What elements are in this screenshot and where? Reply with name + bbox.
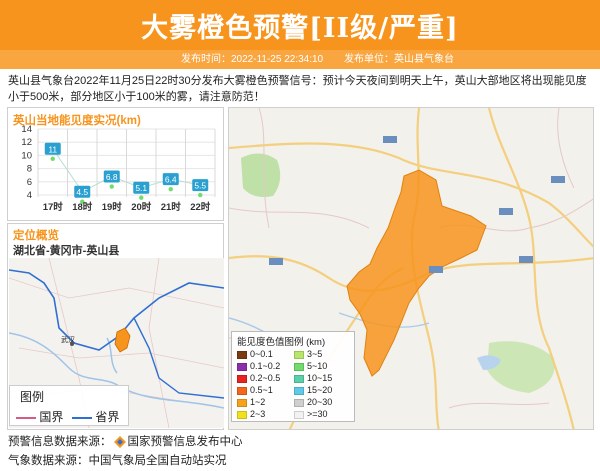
visibility-data-label: 11: [48, 144, 57, 154]
legend-color-swatch: [237, 374, 247, 383]
visibility-legend-item: >=30: [294, 409, 328, 419]
legend-range-label: >=30: [307, 409, 328, 419]
publish-unit-label: 发布单位：: [344, 54, 394, 65]
visibility-legend-item: 20~30: [294, 397, 332, 407]
visibility-legend-title: 能见度色值图例 (km): [237, 337, 326, 348]
visibility-color-legend: 能见度色值图例 (km) 0~0.1 0.1~0.2 0.2~0.5 0.5~1 1~2…: [231, 331, 355, 422]
legend-range-label: 0.1~0.2: [250, 361, 281, 371]
legend-color-swatch: [294, 398, 304, 407]
visibility-legend-item: 0.1~0.2: [237, 361, 280, 371]
legend-color-swatch: [294, 386, 304, 395]
publish-time-value: 2022-11-25 22:34:10: [231, 54, 324, 65]
warning-banner: 大雾橙色预警[II级/严重]: [0, 0, 600, 50]
legend-range-label: 5~10: [307, 361, 328, 371]
minimap-legend: 图例 国界 省界: [9, 385, 129, 426]
x-tick-label: 17时: [43, 201, 64, 213]
legend-range-label: 3~5: [307, 349, 323, 359]
x-tick-label: 21时: [161, 201, 182, 213]
legend-range-label: 15~20: [307, 385, 333, 395]
visibility-point: [168, 186, 173, 192]
legend-range-label: 2~3: [250, 409, 266, 419]
publish-time: 发布时间：2022-11-25 22:34:10: [181, 50, 323, 69]
legend-range-label: 0.2~0.5: [250, 373, 281, 383]
warning-source-label: 预警信息数据来源：: [8, 436, 112, 448]
visibility-legend-item: 1~2: [237, 397, 265, 407]
visibility-point: [139, 195, 144, 200]
warning-source-line: 预警信息数据来源： 国家预警信息发布中心: [8, 433, 243, 449]
legend-national-border: 国界: [16, 408, 63, 425]
visibility-point: [198, 192, 203, 198]
visibility-legend-item: 10~15: [294, 373, 332, 383]
publish-unit: 发布单位：英山县气象台: [344, 50, 454, 69]
legend-range-label: 10~15: [307, 373, 333, 383]
visibility-data-label: 6.4: [165, 175, 177, 185]
legend-range-label: 20~30: [307, 397, 333, 407]
legend-color-swatch: [237, 386, 247, 395]
publish-time-label: 发布时间：: [181, 54, 231, 65]
warning-source-value: 国家预警信息发布中心: [127, 436, 243, 448]
weather-source-line: 气象数据来源：中国气象局全国自动站实况: [8, 452, 227, 468]
legend-range-label: 1~2: [250, 397, 266, 407]
y-tick-label: 10: [21, 150, 32, 161]
location-overview-title: 定位概览: [13, 230, 59, 242]
weather-source-value: 中国气象局全国自动站实况: [88, 455, 227, 467]
legend-color-swatch: [294, 362, 304, 371]
y-tick-label: 6: [27, 177, 32, 188]
legend-national-border-label: 国界: [39, 410, 64, 424]
x-tick-label: 19时: [102, 201, 123, 213]
publish-info-bar: 发布时间：2022-11-25 22:34:10 发布单位：英山县气象台: [0, 50, 600, 69]
visibility-point: [109, 184, 114, 189]
legend-range-label: 0~0.1: [250, 349, 273, 359]
legend-province-border-label: 省界: [95, 410, 120, 424]
y-tick-label: 8: [27, 164, 32, 175]
legend-range-label: 0.5~1: [250, 385, 273, 395]
location-overview-panel: 定位概览 湖北省-黄冈市-英山县 武汉 图例 国界 省界: [7, 223, 224, 430]
publish-unit-value: 英山县气象台: [394, 54, 454, 65]
visibility-legend-item: 5~10: [294, 361, 327, 371]
minimap-city-label: 武汉: [61, 335, 75, 344]
visibility-data-label: 6.8: [106, 172, 118, 182]
y-tick-label: 14: [21, 125, 32, 135]
legend-color-swatch: [294, 410, 304, 419]
park-area: [241, 153, 281, 197]
x-tick-label: 22时: [190, 201, 211, 213]
legend-color-swatch: [294, 374, 304, 383]
warning-message: 英山县气象台2022年11月25日22时30分发布大雾橙色预警信号：预计今天夜间…: [8, 75, 587, 103]
x-tick-label: 18时: [72, 201, 93, 213]
minimap-legend-title: 图例: [20, 390, 45, 404]
legend-color-swatch: [237, 362, 247, 371]
y-tick-label: 4: [27, 190, 32, 201]
visibility-legend-item: 2~3: [237, 409, 265, 419]
warning-title: 大雾橙色预警[II级/严重]: [141, 13, 459, 44]
visibility-data-label: 5.1: [135, 183, 147, 193]
visibility-legend-item: 0~0.1: [237, 349, 273, 359]
visibility-legend-item: 15~20: [294, 385, 332, 395]
legend-color-swatch: [237, 350, 247, 359]
visibility-legend-item: 3~5: [294, 349, 322, 359]
visibility-data-label: 4.5: [76, 187, 88, 197]
legend-color-swatch: [237, 410, 247, 419]
visibility-point: [50, 156, 55, 161]
y-tick-label: 12: [21, 137, 32, 148]
visibility-chart: 4 6 8 10 12 14 11 17时 4.5 18时 6.8 19时 5.1 20时 6.4 21时 5.…: [21, 125, 216, 213]
x-tick-label: 20时: [131, 201, 152, 213]
visibility-legend-item: 0.2~0.5: [237, 373, 280, 383]
weather-source-label: 气象数据来源：: [8, 455, 89, 467]
visibility-chart-panel: 英山当地能见度实况(km) 4 6 8 10 12 14 11 17时 4.5 18时 6.8 19时…: [7, 107, 224, 221]
visibility-data-label: 5.5: [194, 181, 206, 191]
legend-color-swatch: [294, 350, 304, 359]
location-region: 湖北省-黄冈市-英山县: [13, 245, 120, 257]
visibility-legend-item: 0.5~1: [237, 385, 273, 395]
legend-color-swatch: [237, 398, 247, 407]
legend-province-border: 省界: [72, 408, 119, 425]
warning-center-logo-icon: [113, 435, 126, 448]
